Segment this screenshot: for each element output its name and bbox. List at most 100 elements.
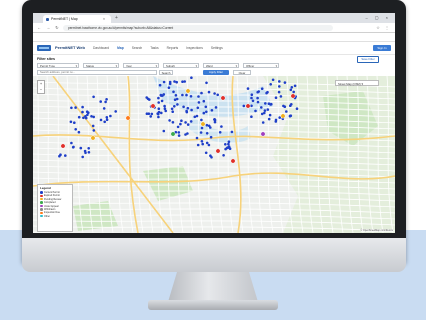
permit-marker[interactable] xyxy=(70,141,73,145)
permit-marker[interactable] xyxy=(81,110,84,114)
permit-marker[interactable] xyxy=(205,123,209,127)
permit-marker[interactable] xyxy=(145,112,149,115)
permit-marker[interactable] xyxy=(160,99,164,103)
permit-marker[interactable] xyxy=(173,98,177,101)
permit-marker[interactable] xyxy=(288,114,292,118)
permit-marker[interactable] xyxy=(176,103,179,106)
permit-marker[interactable] xyxy=(182,105,185,109)
permit-marker[interactable] xyxy=(230,130,234,134)
permit-marker[interactable] xyxy=(105,98,108,101)
permit-marker[interactable] xyxy=(251,99,255,103)
permit-marker[interactable] xyxy=(171,121,175,124)
search-input[interactable] xyxy=(37,70,157,75)
map-canvas[interactable] xyxy=(33,76,395,233)
permit-marker[interactable] xyxy=(220,125,223,128)
permit-marker[interactable] xyxy=(177,134,181,137)
permit-marker[interactable] xyxy=(245,103,251,109)
permit-marker[interactable] xyxy=(172,90,175,94)
clear-button[interactable]: Clear xyxy=(233,70,251,75)
permit-marker[interactable] xyxy=(181,80,184,83)
permit-marker[interactable] xyxy=(274,118,278,122)
permit-marker[interactable] xyxy=(162,129,166,133)
browser-tab[interactable]: PermitNET | Map xyxy=(43,15,111,23)
permit-marker[interactable] xyxy=(168,80,172,84)
permit-marker[interactable] xyxy=(285,110,288,113)
permit-marker[interactable] xyxy=(196,106,200,110)
permit-marker[interactable] xyxy=(271,78,275,82)
permit-marker[interactable] xyxy=(295,107,299,110)
permit-marker[interactable] xyxy=(145,96,148,99)
permit-marker[interactable] xyxy=(200,126,204,130)
nav-arrows-icon[interactable]: ← → ↻ xyxy=(37,23,61,32)
permit-marker[interactable] xyxy=(91,124,95,128)
permit-marker[interactable] xyxy=(60,143,66,149)
permit-marker[interactable] xyxy=(250,115,253,118)
permit-marker[interactable] xyxy=(260,106,263,109)
permit-marker[interactable] xyxy=(189,95,193,98)
permit-marker[interactable] xyxy=(256,100,260,104)
permit-marker[interactable] xyxy=(183,80,186,83)
permit-marker[interactable] xyxy=(109,114,112,118)
permit-marker[interactable] xyxy=(269,83,272,86)
permit-marker[interactable] xyxy=(87,111,90,114)
permit-marker[interactable] xyxy=(197,95,200,98)
permit-marker[interactable] xyxy=(181,93,184,97)
permit-marker[interactable] xyxy=(157,107,161,110)
new-tab-icon[interactable]: + xyxy=(115,14,118,22)
permit-marker[interactable] xyxy=(267,117,271,121)
apply-filter-button[interactable]: Apply Filter xyxy=(203,70,229,75)
map-view[interactable]: + − Street Map (OSM) ▾ Legend Current Pe… xyxy=(33,76,395,233)
permit-marker[interactable] xyxy=(157,101,160,104)
permit-marker[interactable] xyxy=(77,115,81,119)
permit-marker[interactable] xyxy=(292,90,296,94)
permit-marker[interactable] xyxy=(74,106,77,109)
permit-marker[interactable] xyxy=(209,135,213,139)
permit-marker[interactable] xyxy=(157,110,161,114)
permit-marker[interactable] xyxy=(209,126,212,129)
permit-marker[interactable] xyxy=(170,131,176,137)
permit-marker[interactable] xyxy=(205,110,208,114)
permit-marker[interactable] xyxy=(185,93,188,97)
officer-select[interactable]: Officer ▾ xyxy=(243,63,279,68)
permit-marker[interactable] xyxy=(81,155,84,159)
permit-marker[interactable] xyxy=(70,106,73,110)
permit-marker[interactable] xyxy=(92,95,95,99)
app-logo[interactable] xyxy=(37,45,51,51)
permit-marker[interactable] xyxy=(186,106,190,110)
permit-marker[interactable] xyxy=(167,86,171,89)
status-select[interactable]: Status ▾ xyxy=(83,63,119,68)
permit-marker[interactable] xyxy=(99,100,102,103)
permit-marker[interactable] xyxy=(209,154,212,157)
basemap-select[interactable]: Street Map (OSM) ▾ xyxy=(335,80,379,86)
permit-marker[interactable] xyxy=(150,112,154,116)
permit-marker[interactable] xyxy=(189,120,193,123)
permit-marker[interactable] xyxy=(202,99,206,103)
permit-marker[interactable] xyxy=(176,125,180,129)
permit-marker[interactable] xyxy=(163,104,166,108)
permit-marker[interactable] xyxy=(193,115,197,119)
permit-marker[interactable] xyxy=(214,106,218,109)
permit-marker[interactable] xyxy=(277,90,281,94)
permit-marker[interactable] xyxy=(185,88,191,94)
permit-marker[interactable] xyxy=(186,123,190,126)
address-bar[interactable]: permitnet.hawthorne.vic.gov.au/#/permits… xyxy=(63,24,333,31)
permit-marker[interactable] xyxy=(228,147,232,150)
permit-marker[interactable] xyxy=(204,105,208,109)
nav-item-dashboard[interactable]: Dashboard xyxy=(93,46,109,50)
permit-marker[interactable] xyxy=(266,108,270,111)
permit-marker[interactable] xyxy=(210,109,214,112)
permit-marker[interactable] xyxy=(222,154,225,157)
permit-marker[interactable] xyxy=(84,115,87,118)
permit-marker[interactable] xyxy=(278,85,281,88)
permit-marker[interactable] xyxy=(190,76,193,79)
permit-marker[interactable] xyxy=(170,107,174,111)
permit-marker[interactable] xyxy=(159,93,163,97)
permit-marker[interactable] xyxy=(207,90,211,94)
nav-item-reports[interactable]: Reports xyxy=(167,46,179,50)
permit-marker[interactable] xyxy=(179,122,182,126)
permit-marker[interactable] xyxy=(256,96,259,100)
permit-marker[interactable] xyxy=(200,91,203,95)
permit-marker[interactable] xyxy=(87,147,90,150)
permit-marker[interactable] xyxy=(73,121,76,124)
permit-marker[interactable] xyxy=(185,109,188,113)
